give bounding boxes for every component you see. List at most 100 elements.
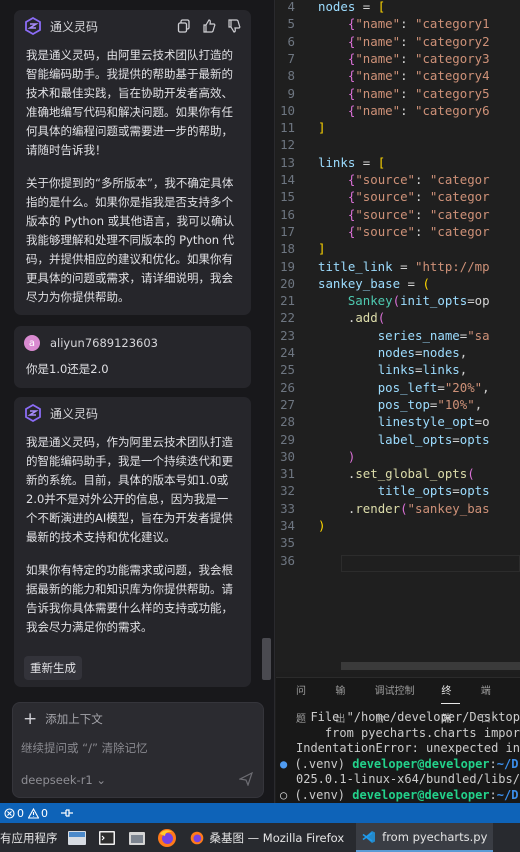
thumbs-down-icon[interactable] [227,19,241,33]
chat-scrollbar[interactable] [262,638,271,680]
code-token: ( [467,466,475,482]
code-editor[interactable]: 4 nodes = [5 {"name": "category1 6 {"name"… [276,0,520,672]
code-token: pos_left [377,379,438,395]
firefox-icon[interactable] [156,827,178,849]
code-token: = [355,0,378,14]
line-number: 5 [287,16,295,32]
terminal-app-icon[interactable] [96,827,118,849]
code-token: "category4 [415,68,490,84]
problems-status[interactable]: 0 0 [4,807,48,820]
code-line[interactable]: 34) [276,517,520,534]
code-line[interactable]: 17 {"source": "categor [276,223,520,240]
panel-tab[interactable]: 输出 [335,678,353,725]
code-token: series_name [377,327,460,343]
line-code: ] [318,241,325,256]
code-line[interactable]: 13 links = [ [276,154,520,171]
panel-tab[interactable]: 端口 [481,678,499,725]
code-line[interactable]: 7 {"name": "category3 [276,50,520,67]
model-name: deepseek-r1 [21,773,93,787]
code-line[interactable]: 18] [276,240,520,257]
code-token: links [377,362,415,378]
code-line[interactable]: 8 {"name": "category4 [276,67,520,84]
terminal-token: ~/D [496,756,519,771]
panel-tab[interactable]: 问题 [296,678,314,725]
message-paragraph: 我是通义灵码，作为阿里云技术团队打造的智能编码助手，我是一个持续迭代和更新的系统… [26,435,233,544]
horizontal-scrollbar[interactable] [341,662,520,670]
code-line[interactable]: 22 .add( [276,309,520,326]
code-line[interactable]: 11] [276,119,520,136]
code-line[interactable]: 19 title_link = "http://mp [276,258,520,275]
code-token: title_opts [377,483,453,499]
code-line[interactable]: 23 series_name="sa [276,327,520,344]
terminal-token: File "/home/developer/Desktop [296,710,520,724]
copy-icon[interactable] [177,19,191,33]
code-line[interactable]: 12 [276,136,520,153]
code-line[interactable]: 24 nodes=nodes, [276,344,520,361]
code-line[interactable]: 21 Sankey(init_opts=op [276,292,520,309]
vscode-icon [362,830,376,843]
regenerate-button[interactable]: 重新生成 [24,656,82,680]
line-code: sankey_base = ( [318,276,430,291]
code-line[interactable]: 28 linestyle_opt=o [276,413,520,430]
code-token: . [318,466,356,482]
code-token: "category6 [415,102,490,118]
code-line[interactable]: 26 pos_left="20%", [276,379,520,396]
code-line[interactable]: 6 {"name": "category2 [276,33,520,50]
taskbar-firefox-window[interactable]: 桑基图 — Mozilla Firefox [184,823,351,852]
code-line[interactable]: 4 nodes = [ [276,0,520,15]
thumbs-up-icon[interactable] [202,19,216,33]
code-line[interactable]: 9 {"name": "category5 [276,85,520,102]
model-selector[interactable]: deepseek-r1 ⌄ [21,773,106,787]
code-line[interactable]: 25 links=links, [276,361,520,378]
code-token: "source" [355,223,415,239]
code-line[interactable]: 31 .set_global_opts( [276,465,520,482]
send-icon[interactable] [239,772,253,786]
code-line[interactable]: 30 ) [276,448,520,465]
show-desktop-icon[interactable] [66,827,88,849]
code-line[interactable]: 14 {"source": "categor [276,171,520,188]
assistant-message-body: 我是通义灵码，由阿里云技术团队打造的智能编码助手。我提供的帮助基于最新的技术和最… [14,42,251,307]
line-number: 28 [280,414,295,430]
line-number: 27 [280,396,295,412]
code-line[interactable]: 35 [276,534,520,551]
applications-menu[interactable]: 有应用程序 [0,830,58,846]
ports-icon[interactable] [60,807,74,819]
code-line[interactable]: 10 {"name": "category6 [276,102,520,119]
code-token: "category3 [415,50,490,66]
code-line[interactable]: 29 label_opts=opts [276,431,520,448]
terminal-token: developer@developer [352,788,490,802]
code-token: : [400,16,415,32]
code-line[interactable]: 27 pos_top="10%", [276,396,520,413]
code-line[interactable]: 5 {"name": "category1 [276,15,520,32]
line-code: {"name": "category2 [318,34,490,49]
line-code: nodes = [ [318,0,385,14]
line-number: 33 [280,500,295,516]
code-token: links [422,362,460,378]
code-token: "10%" [437,396,475,412]
code-line[interactable]: 33 .render("sankey_bas [276,500,520,517]
line-number: 30 [280,448,295,464]
line-code: series_name="sa [318,328,490,343]
line-number: 31 [280,466,295,482]
code-line[interactable]: 32 title_opts=opts [276,482,520,499]
panel-tab[interactable]: 终端 [441,678,461,725]
taskbar-vscode-window[interactable]: from pyecharts.py [356,823,494,852]
code-line[interactable]: 20 sankey_base = ( [276,275,520,292]
line-code: links = [ [318,155,385,170]
line-code: {"source": "categor [318,172,490,187]
code-line[interactable]: 15 {"source": "categor [276,188,520,205]
code-token: render [355,500,401,516]
code-token: = [400,275,423,291]
add-context-button[interactable]: + 添加上下文 [23,709,103,729]
code-token: linestyle_opt [377,414,475,430]
code-line[interactable]: 16 {"source": "categor [276,206,520,223]
terminal-line: 025.0.1-linux-x64/bundled/libs/ [296,772,520,788]
chat-input[interactable] [21,741,257,755]
panel-tab[interactable]: 调试控制台 [375,678,421,725]
file-manager-icon[interactable] [126,827,148,849]
code-token: "name" [355,102,401,118]
